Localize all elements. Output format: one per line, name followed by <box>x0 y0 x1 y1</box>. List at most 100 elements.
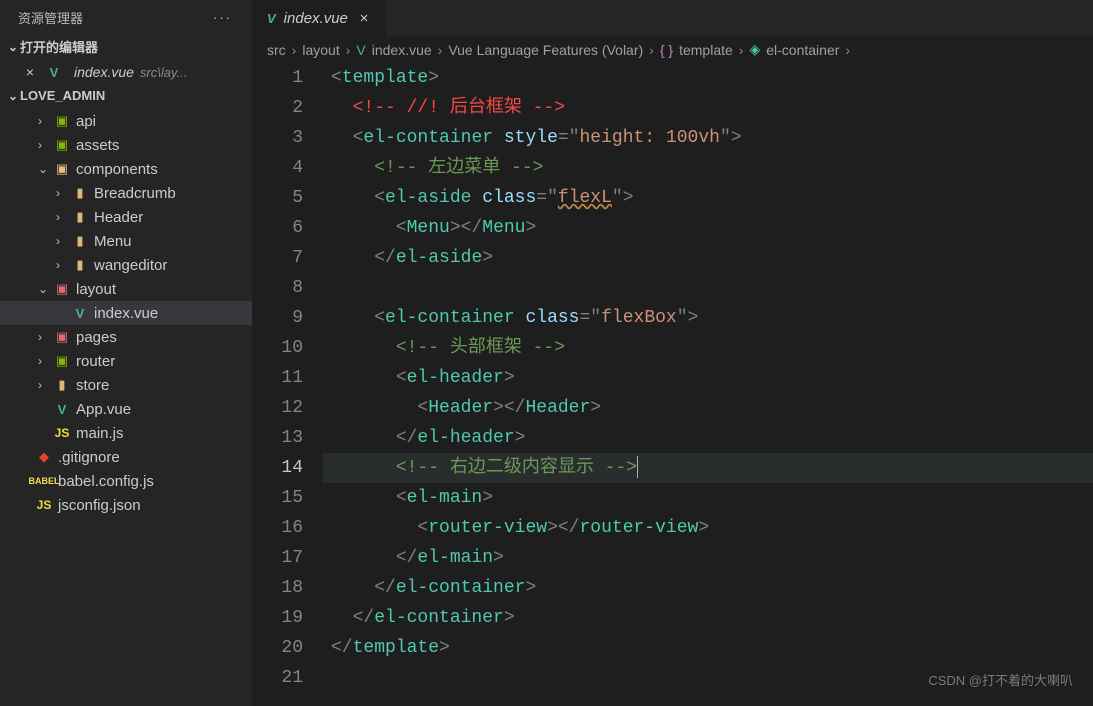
tree-folder[interactable]: ›▣api <box>0 109 252 133</box>
tree-file[interactable]: VApp.vue <box>0 397 252 421</box>
chevron-down-icon: ⌄ <box>6 40 20 54</box>
tree-file[interactable]: BABELbabel.config.js <box>0 469 252 493</box>
bc-item[interactable]: layout <box>302 42 339 58</box>
code-line[interactable]: <el-header> <box>323 363 1093 393</box>
tree-folder[interactable]: ›▮store <box>0 373 252 397</box>
tree-label: wangeditor <box>94 257 167 274</box>
component-icon: ◈ <box>749 41 760 58</box>
close-icon[interactable]: × <box>356 10 372 27</box>
code-line[interactable]: <el-container style="height: 100vh"> <box>323 123 1093 153</box>
bc-item[interactable]: el-container <box>766 42 839 58</box>
tree-label: layout <box>76 281 116 298</box>
folder-icon: ▣ <box>52 112 72 130</box>
tab-index-vue[interactable]: V index.vue × <box>253 0 387 36</box>
tree-label: App.vue <box>76 401 131 418</box>
tree-folder[interactable]: ⌄▣components <box>0 157 252 181</box>
tree-label: router <box>76 353 115 370</box>
folder-icon: ▣ <box>52 352 72 370</box>
git-icon: ◆ <box>34 448 54 466</box>
code-line[interactable]: </template> <box>323 633 1093 663</box>
code-line[interactable]: <!-- 左边菜单 --> <box>323 153 1093 183</box>
line-gutter: 123456789101112131415161718192021 <box>253 63 323 706</box>
code-line[interactable]: <Header></Header> <box>323 393 1093 423</box>
tree-label: main.js <box>76 425 124 442</box>
tree-folder[interactable]: ›▣router <box>0 349 252 373</box>
bc-item[interactable]: src <box>267 42 286 58</box>
code-line[interactable]: </el-main> <box>323 543 1093 573</box>
breadcrumb[interactable]: src › layout › V index.vue › Vue Languag… <box>253 36 1093 63</box>
code-line[interactable]: <el-aside class="flexL"> <box>323 183 1093 213</box>
chevron-right-icon: › <box>438 42 443 58</box>
code-line[interactable]: <!-- 右边二级内容显示 --> <box>323 453 1093 483</box>
explorer-header: 资源管理器 ··· <box>0 0 252 33</box>
open-editor-item[interactable]: × V index.vue src\lay... <box>0 60 252 84</box>
vue-icon: V <box>267 11 276 26</box>
code-line[interactable]: <el-main> <box>323 483 1093 513</box>
chevron-right-icon: › <box>346 42 351 58</box>
babel-icon: BABEL <box>34 472 54 490</box>
braces-icon: { } <box>660 42 673 58</box>
folder-icon: ▮ <box>70 256 90 274</box>
tree-label: pages <box>76 329 117 346</box>
workspace-header[interactable]: ⌄ LOVE_ADMIN <box>0 84 252 107</box>
code-line[interactable]: <template> <box>323 63 1093 93</box>
code-line[interactable]: </el-container> <box>323 573 1093 603</box>
folder-icon: ▮ <box>70 184 90 202</box>
bc-item[interactable]: index.vue <box>372 42 432 58</box>
js-icon: JS <box>52 424 72 442</box>
tree-folder[interactable]: ⌄▣layout <box>0 277 252 301</box>
chevron-right-icon: › <box>38 354 52 368</box>
bc-item[interactable]: template <box>679 42 733 58</box>
code-editor[interactable]: 123456789101112131415161718192021 <templ… <box>253 63 1093 706</box>
tree-folder[interactable]: ›▮Header <box>0 205 252 229</box>
chevron-right-icon: › <box>649 42 654 58</box>
workspace-name: LOVE_ADMIN <box>20 88 105 103</box>
chevron-right-icon: › <box>38 138 52 152</box>
chevron-right-icon: › <box>56 186 70 200</box>
tree-file[interactable]: JSjsconfig.json <box>0 493 252 517</box>
code-line[interactable]: <router-view></router-view> <box>323 513 1093 543</box>
code-line[interactable]: </el-aside> <box>323 243 1093 273</box>
file-tree: ›▣api›▣assets⌄▣components›▮Breadcrumb›▮H… <box>0 107 252 706</box>
chevron-right-icon: › <box>56 210 70 224</box>
chevron-right-icon: › <box>292 42 297 58</box>
tree-file[interactable]: ◆.gitignore <box>0 445 252 469</box>
code-line[interactable]: <Menu></Menu> <box>323 213 1093 243</box>
code-line[interactable]: <el-container class="flexBox"> <box>323 303 1093 333</box>
tree-folder[interactable]: ›▣assets <box>0 133 252 157</box>
tree-label: Header <box>94 209 143 226</box>
open-editors-header[interactable]: ⌄ 打开的编辑器 <box>0 33 252 60</box>
tree-folder[interactable]: ›▮wangeditor <box>0 253 252 277</box>
chevron-down-icon: ⌄ <box>38 162 52 176</box>
code-line[interactable]: <!-- //! 后台框架 --> <box>323 93 1093 123</box>
more-icon[interactable]: ··· <box>207 10 238 25</box>
chevron-right-icon: › <box>739 42 744 58</box>
tree-folder[interactable]: ›▮Menu <box>0 229 252 253</box>
vue-icon: V <box>356 42 365 58</box>
vue-icon: V <box>70 304 90 322</box>
tree-folder[interactable]: ›▮Breadcrumb <box>0 181 252 205</box>
chevron-down-icon: ⌄ <box>38 282 52 296</box>
vue-icon: V <box>52 400 72 418</box>
code-line[interactable]: <!-- 头部框架 --> <box>323 333 1093 363</box>
bc-item[interactable]: Vue Language Features (Volar) <box>448 42 643 58</box>
chevron-right-icon: › <box>845 42 850 58</box>
close-icon[interactable]: × <box>22 64 38 80</box>
tab-bar: V index.vue × <box>253 0 1093 36</box>
open-editor-file: index.vue <box>74 64 134 80</box>
code-line[interactable]: </el-header> <box>323 423 1093 453</box>
tree-label: components <box>76 161 158 178</box>
tree-label: jsconfig.json <box>58 497 141 514</box>
code-body[interactable]: <template> <!-- //! 后台框架 --> <el-contain… <box>323 63 1093 706</box>
tree-folder[interactable]: ›▣pages <box>0 325 252 349</box>
tree-file[interactable]: Vindex.vue <box>0 301 252 325</box>
chevron-down-icon: ⌄ <box>6 89 20 103</box>
tree-label: store <box>76 377 109 394</box>
code-line[interactable] <box>323 273 1093 303</box>
tab-label: index.vue <box>284 10 348 27</box>
tree-file[interactable]: JSmain.js <box>0 421 252 445</box>
open-editor-path: src\lay... <box>140 65 187 80</box>
code-line[interactable]: </el-container> <box>323 603 1093 633</box>
explorer-title: 资源管理器 <box>18 8 83 27</box>
explorer-sidebar: 资源管理器 ··· ⌄ 打开的编辑器 × V index.vue src\lay… <box>0 0 253 706</box>
